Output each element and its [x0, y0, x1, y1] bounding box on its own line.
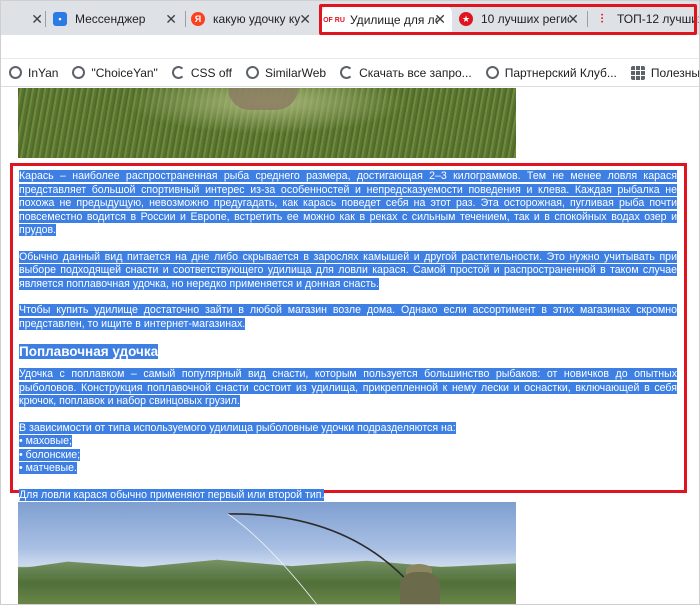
messenger-icon: ▪: [53, 12, 67, 26]
bookmark-inyan[interactable]: InYan: [9, 66, 58, 80]
refresh-icon: [340, 66, 354, 79]
tab-0[interactable]: ✕: [5, 5, 47, 33]
globe-icon: [72, 66, 86, 79]
tab-label: какую удочку купи: [213, 12, 301, 26]
tab-top10-registrars[interactable]: ★ 10 лучших регистр ✕: [459, 5, 585, 33]
tab-strip: ✕ ▪ Мессенджер ✕ Я какую удочку купи ✕ O…: [1, 1, 699, 35]
tab-label: Удилище для ловл: [350, 13, 438, 27]
bookmarks-bar: InYan "ChoiceYan" CSS off SimilarWeb Ска…: [1, 59, 699, 87]
star-icon: ★: [459, 12, 473, 26]
globe-icon: [245, 66, 259, 79]
tab-fishing-rod-active[interactable]: OF RU Удилище для ловл ✕: [322, 5, 452, 35]
close-icon[interactable]: ✕: [299, 11, 311, 27]
grid-icon: [630, 65, 645, 80]
grass-fish-photo: [18, 88, 516, 158]
bookmark-css-off[interactable]: CSS off: [171, 66, 232, 80]
browser-toolbar: [1, 35, 699, 59]
close-icon[interactable]: ✕: [567, 11, 579, 27]
tab-messenger[interactable]: ▪ Мессенджер ✕: [53, 5, 183, 33]
list-item: • маховые;: [19, 435, 72, 447]
globe-icon: [485, 66, 499, 79]
top-chart-icon: ⫶: [600, 11, 604, 26]
article-paragraph-2: Обычно данный вид питается на дне либо с…: [19, 250, 677, 290]
article-text-block: Карась – наиболее распространенная рыба …: [10, 163, 687, 501]
article-paragraph-1: Карась – наиболее распространенная рыба …: [19, 170, 677, 236]
bookmark-similarweb[interactable]: SimilarWeb: [245, 66, 326, 80]
close-icon[interactable]: ✕: [165, 11, 177, 27]
list-item: • матчевые.: [19, 462, 77, 474]
page-content: Карась – наиболее распространенная рыба …: [1, 88, 699, 604]
bookmark-useful-resources[interactable]: Полезные ресурсы: [630, 65, 699, 80]
globe-icon: [9, 66, 22, 79]
article-paragraph-4: Удочка с поплавком – самый популярный ви…: [19, 368, 677, 407]
list-item: • болонские;: [19, 448, 81, 461]
close-icon[interactable]: ✕: [434, 11, 446, 27]
tab-label: 10 лучших регистр: [481, 12, 569, 26]
bookmark-choiceyan[interactable]: "ChoiceYan": [72, 66, 158, 80]
yandex-icon: Я: [191, 12, 205, 26]
article-paragraph-6: Для ловли карася обычно применяют первый…: [19, 488, 325, 501]
article-heading: Поплавочная удочка: [19, 344, 159, 359]
bookmark-partner-club[interactable]: Партнерский Клуб...: [485, 66, 617, 80]
browser-window: ✕ ▪ Мессенджер ✕ Я какую удочку купи ✕ O…: [0, 0, 700, 605]
tab-label: ТОП-12 лучших: [617, 12, 699, 26]
close-icon[interactable]: ✕: [31, 11, 43, 27]
tab-yandex-search[interactable]: Я какую удочку купи ✕: [191, 5, 317, 33]
tab-label: Мессенджер: [75, 12, 146, 26]
refresh-icon: [171, 66, 185, 79]
angler-photo: [18, 502, 516, 604]
article-paragraph-3: Чтобы купить удилище достаточно зайти в …: [19, 304, 677, 330]
rod-types-list: • маховые; • болонские; • матчевые.: [19, 435, 677, 476]
ofru-icon: OF RU: [323, 16, 345, 24]
bookmark-download-queries[interactable]: Скачать все запро...: [340, 66, 472, 80]
tab-top12[interactable]: ⫶ ТОП-12 лучших: [595, 5, 699, 33]
article-paragraph-5: В зависимости от типа используемого удил…: [19, 421, 456, 434]
